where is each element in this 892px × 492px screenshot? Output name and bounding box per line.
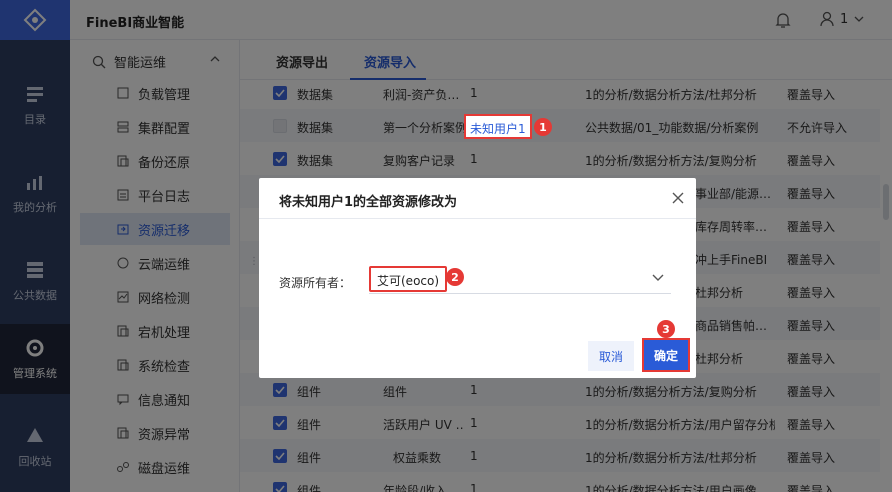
close-icon[interactable]: [672, 192, 684, 204]
confirm-button[interactable]: 确定: [642, 338, 690, 372]
chevron-down-icon[interactable]: [652, 274, 664, 282]
cancel-button[interactable]: 取消: [588, 341, 634, 371]
step-badge-3: 3: [657, 320, 675, 338]
dialog-title: 将未知用户1的全部资源修改为: [279, 195, 458, 210]
owner-select[interactable]: 艾可(eoco): [369, 266, 671, 294]
unknown-owner-link[interactable]: 未知用户1: [464, 114, 532, 139]
step-badge-2: 2: [446, 268, 464, 286]
owner-label: 资源所有者：: [279, 276, 352, 290]
dialog-divider: [259, 218, 696, 219]
owner-selected-value[interactable]: 艾可(eoco): [369, 266, 448, 292]
change-owner-dialog: 将未知用户1的全部资源修改为 资源所有者： 艾可(eoco) 取消 确定: [259, 178, 696, 378]
step-badge-1: 1: [534, 118, 552, 136]
